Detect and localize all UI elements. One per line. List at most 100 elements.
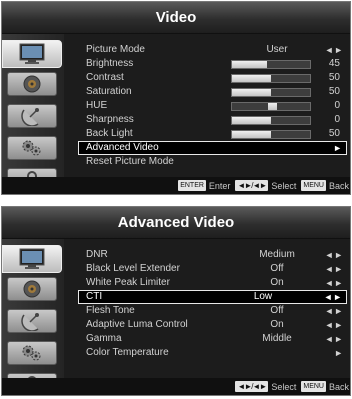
sidebar-audio-button[interactable] bbox=[7, 277, 57, 301]
item-value: Medium bbox=[259, 249, 295, 260]
select-hint-label: Select bbox=[271, 381, 297, 392]
slider-fill bbox=[232, 117, 271, 124]
slider-marker bbox=[268, 103, 277, 110]
menu-item-hue[interactable]: HUE 0 bbox=[86, 100, 350, 112]
slider-fill bbox=[232, 89, 271, 96]
item-label: DNR bbox=[86, 249, 108, 260]
item-label: White Peak Limiter bbox=[86, 277, 170, 288]
advanced-video-menu-list: DNR Medium ◄ ► Black Level Extender Off … bbox=[64, 239, 350, 378]
menu-item-cti[interactable]: CTI Low ◄ ► bbox=[78, 290, 347, 304]
menu-item-saturation[interactable]: Saturation 50 bbox=[86, 86, 350, 98]
menu-key-icon: MENU bbox=[301, 381, 326, 392]
item-label: Black Level Extender bbox=[86, 263, 180, 274]
sidebar-picture-button[interactable] bbox=[2, 40, 62, 68]
back-hint-label: Back bbox=[328, 381, 349, 392]
menu-key-icon: MENU bbox=[301, 180, 326, 191]
navigation-keys-icon: ◄►/◄► bbox=[235, 180, 269, 191]
item-label: Back Light bbox=[86, 128, 133, 139]
sharpness-slider[interactable] bbox=[231, 116, 311, 125]
item-label: Advanced Video bbox=[86, 142, 159, 153]
satellite-dish-icon bbox=[21, 106, 43, 126]
left-right-arrows-icon[interactable]: ◄ ► bbox=[325, 319, 343, 331]
speaker-icon bbox=[21, 74, 43, 94]
item-value: Low bbox=[253, 291, 273, 302]
menu-item-contrast[interactable]: Contrast 50 bbox=[86, 72, 350, 84]
menu-item-advanced-video[interactable]: Advanced Video ► bbox=[78, 141, 347, 155]
satellite-dish-icon bbox=[21, 311, 43, 331]
item-label: Contrast bbox=[86, 72, 124, 83]
brightness-slider[interactable] bbox=[231, 60, 311, 69]
item-number: 50 bbox=[328, 72, 340, 83]
menu-item-flesh-tone[interactable]: Flesh Tone Off ◄ ► bbox=[86, 305, 350, 317]
menu-sidebar bbox=[2, 239, 64, 395]
contrast-slider[interactable] bbox=[231, 74, 311, 83]
enter-hint-label: Enter bbox=[208, 180, 231, 191]
item-value: Off bbox=[270, 305, 284, 316]
slider-fill bbox=[232, 75, 271, 82]
slider-fill bbox=[232, 61, 268, 68]
sidebar-setup-button[interactable] bbox=[7, 341, 57, 365]
right-arrow-icon[interactable]: ► bbox=[334, 347, 343, 359]
item-label: Adaptive Luma Control bbox=[86, 319, 188, 330]
menu-title: Advanced Video bbox=[2, 207, 350, 239]
sidebar-channel-button[interactable] bbox=[7, 104, 57, 128]
item-number: 50 bbox=[328, 86, 340, 97]
slider-fill bbox=[232, 131, 271, 138]
item-label: HUE bbox=[86, 100, 108, 111]
monitor-icon bbox=[17, 43, 47, 65]
menu-item-back-light[interactable]: Back Light 50 bbox=[86, 128, 350, 140]
menu-item-picture-mode[interactable]: Picture Mode User ◄ ► bbox=[86, 44, 350, 56]
left-right-arrows-icon[interactable]: ◄ ► bbox=[325, 333, 343, 345]
sidebar-picture-button[interactable] bbox=[2, 245, 62, 273]
item-value: On bbox=[270, 277, 284, 288]
item-label: Sharpness bbox=[86, 114, 134, 125]
item-label: Color Temperature bbox=[86, 347, 169, 358]
item-value: Middle bbox=[262, 333, 292, 344]
video-menu-panel: Video Picture Mode User ◄ ► Brightness 4… bbox=[1, 1, 351, 195]
select-hint-label: Select bbox=[271, 180, 297, 191]
menu-item-reset-picture-mode[interactable]: Reset Picture Mode bbox=[86, 156, 350, 168]
left-right-arrows-icon[interactable]: ◄ ► bbox=[325, 277, 343, 289]
sidebar-audio-button[interactable] bbox=[7, 72, 57, 96]
settings-gears-icon bbox=[20, 343, 44, 363]
menu-item-brightness[interactable]: Brightness 45 bbox=[86, 58, 350, 70]
left-right-arrows-icon[interactable]: ◄ ► bbox=[325, 249, 343, 261]
item-label: Flesh Tone bbox=[86, 305, 135, 316]
item-value: Off bbox=[270, 263, 284, 274]
item-label: Brightness bbox=[86, 58, 134, 69]
back-light-slider[interactable] bbox=[231, 130, 311, 139]
video-menu-list: Picture Mode User ◄ ► Brightness 45 Cont… bbox=[64, 34, 350, 177]
key-hint-bar: ENTER Enter ◄►/◄► Select MENU Back bbox=[2, 177, 350, 194]
left-right-arrows-icon[interactable]: ◄ ► bbox=[325, 263, 343, 275]
menu-item-sharpness[interactable]: Sharpness 0 bbox=[86, 114, 350, 126]
sidebar-setup-button[interactable] bbox=[7, 136, 57, 160]
item-value: User bbox=[266, 44, 288, 55]
left-right-arrows-icon[interactable]: ◄ ► bbox=[324, 291, 342, 303]
saturation-slider[interactable] bbox=[231, 88, 311, 97]
hue-slider[interactable] bbox=[231, 102, 311, 111]
navigation-keys-icon: ◄►/◄► bbox=[235, 381, 269, 392]
menu-item-color-temperature[interactable]: Color Temperature ► bbox=[86, 347, 350, 359]
settings-gears-icon bbox=[20, 138, 44, 158]
menu-item-dnr[interactable]: DNR Medium ◄ ► bbox=[86, 249, 350, 261]
menu-sidebar bbox=[2, 34, 64, 192]
sidebar-channel-button[interactable] bbox=[7, 309, 57, 333]
item-label: Saturation bbox=[86, 86, 132, 97]
monitor-icon bbox=[17, 248, 47, 270]
menu-item-black-level-extender[interactable]: Black Level Extender Off ◄ ► bbox=[86, 263, 350, 275]
menu-title: Video bbox=[2, 2, 350, 34]
left-right-arrows-icon[interactable]: ◄ ► bbox=[325, 44, 343, 56]
item-number: 50 bbox=[328, 128, 340, 139]
back-hint-label: Back bbox=[328, 180, 349, 191]
item-label: Reset Picture Mode bbox=[86, 156, 174, 167]
item-label: CTI bbox=[86, 291, 103, 302]
right-arrow-icon: ► bbox=[333, 143, 342, 153]
enter-key-icon: ENTER bbox=[178, 180, 206, 191]
advanced-video-menu-panel: Advanced Video DNR Medium ◄ ► Black Leve… bbox=[1, 206, 351, 396]
menu-item-gamma[interactable]: Gamma Middle ◄ ► bbox=[86, 333, 350, 345]
menu-item-adaptive-luma-control[interactable]: Adaptive Luma Control On ◄ ► bbox=[86, 319, 350, 331]
speaker-icon bbox=[21, 279, 43, 299]
item-number: 45 bbox=[328, 58, 340, 69]
left-right-arrows-icon[interactable]: ◄ ► bbox=[325, 305, 343, 317]
menu-item-white-peak-limiter[interactable]: White Peak Limiter On ◄ ► bbox=[86, 277, 350, 289]
